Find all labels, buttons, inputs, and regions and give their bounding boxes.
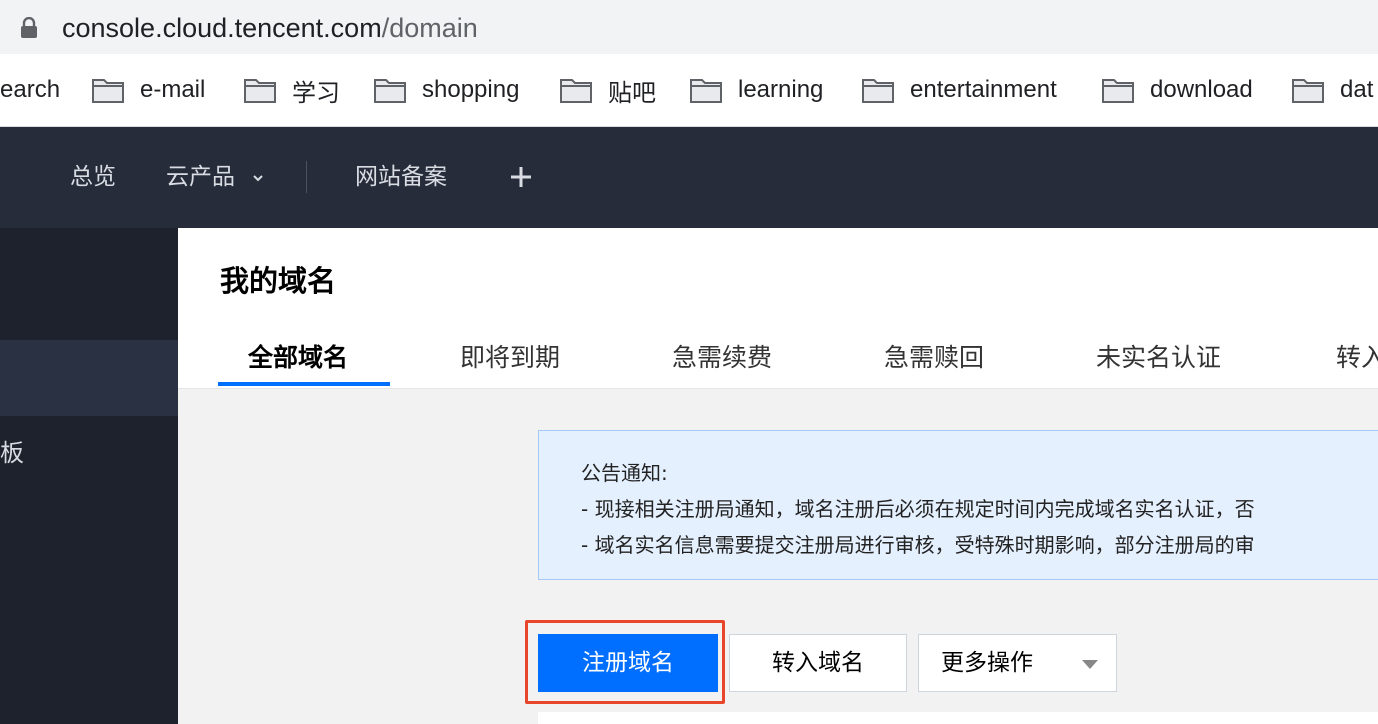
bookmark-tieba[interactable]: 贴吧 (560, 72, 656, 108)
active-tab-indicator (218, 382, 390, 386)
bookmark-label: 学习 (292, 79, 340, 107)
bookmark-download[interactable]: download (1102, 72, 1253, 108)
folder-icon (1292, 79, 1324, 103)
bookmark-label: earch (0, 76, 61, 103)
bookmark-label: learning (738, 76, 824, 103)
tab-transfer-in[interactable]: 转入 (1336, 338, 1378, 374)
chevron-down-icon (253, 174, 264, 181)
bookmark-entertainment[interactable]: entertainment (862, 72, 1057, 108)
url-host: console.cloud.tencent.com (62, 13, 382, 43)
console-top-nav: 总览 云产品 网站备案 (0, 127, 1378, 228)
url-path: /domain (381, 13, 478, 43)
bookmark-email[interactable]: e-mail (92, 72, 205, 108)
bookmark-label: shopping (422, 76, 520, 103)
more-actions-dropdown[interactable]: 更多操作 (918, 634, 1117, 692)
sidebar-item-label[interactable]: 板 (0, 433, 24, 468)
bookmark-label: download (1150, 76, 1253, 103)
tab-unverified[interactable]: 未实名认证 (1096, 338, 1221, 374)
url-field[interactable]: console.cloud.tencent.com/domain (0, 2, 1378, 50)
notice-line-2: - 域名实名信息需要提交注册局进行审核，受特殊时期影响，部分注册局的审 (581, 533, 1255, 557)
bookmark-search[interactable]: earch (0, 72, 60, 108)
bookmark-label: entertainment (910, 76, 1057, 103)
tab-all-domains[interactable]: 全部域名 (248, 338, 348, 374)
bookmark-label: dat (1340, 76, 1374, 103)
nav-cloud-products-label: 云产品 (166, 164, 235, 190)
nav-divider (306, 161, 307, 193)
bookmark-label: e-mail (140, 76, 206, 103)
bookmark-label: 贴吧 (608, 79, 656, 107)
nav-cloud-products[interactable]: 云产品 (166, 157, 264, 197)
folder-icon (92, 79, 124, 103)
notice-line-1: - 现接相关注册局通知，域名注册后必须在规定时间内完成域名实名认证，否 (581, 497, 1255, 521)
plus-icon[interactable] (508, 164, 534, 190)
nav-overview[interactable]: 总览 (70, 157, 116, 197)
screen: console.cloud.tencent.com/domain earch e… (0, 0, 1378, 724)
caret-down-icon (1082, 660, 1098, 669)
folder-icon (690, 79, 722, 103)
page-header: 我的域名 全部域名 即将到期 急需续费 急需赎回 未实名认证 转入 (178, 228, 1378, 389)
bookmark-learning[interactable]: learning (690, 72, 823, 108)
folder-icon (862, 79, 894, 103)
bookmark-study[interactable]: 学习 (244, 72, 340, 108)
transfer-domain-button[interactable]: 转入域名 (729, 634, 907, 692)
folder-icon (1102, 79, 1134, 103)
lock-icon (21, 17, 37, 38)
nav-beian[interactable]: 网站备案 (355, 157, 447, 197)
notice-banner: 公告通知: - 现接相关注册局通知，域名注册后必须在规定时间内完成域名实名认证，… (538, 430, 1378, 580)
bookmark-data[interactable]: dat (1292, 72, 1373, 108)
bookmarks-bar: earch e-mail 学习 shopping 贴吧 learning ent… (0, 54, 1378, 127)
folder-icon (244, 79, 276, 103)
url-text: console.cloud.tencent.com/domain (62, 10, 478, 46)
domain-table (538, 712, 1378, 724)
tab-redeem-urgent[interactable]: 急需赎回 (884, 338, 984, 374)
sidebar-item-active[interactable] (0, 340, 178, 416)
folder-icon (560, 79, 592, 103)
tab-expiring[interactable]: 即将到期 (460, 338, 560, 374)
browser-address-bar: console.cloud.tencent.com/domain (0, 0, 1378, 54)
folder-icon (374, 79, 406, 103)
sidebar: 板 (0, 228, 178, 724)
notice-heading: 公告通知: (581, 461, 668, 485)
tab-renew-urgent[interactable]: 急需续费 (672, 338, 772, 374)
page-title: 我的域名 (220, 264, 337, 298)
more-actions-label: 更多操作 (941, 650, 1033, 676)
bookmark-shopping[interactable]: shopping (374, 72, 519, 108)
register-domain-button[interactable]: 注册域名 (538, 634, 718, 692)
